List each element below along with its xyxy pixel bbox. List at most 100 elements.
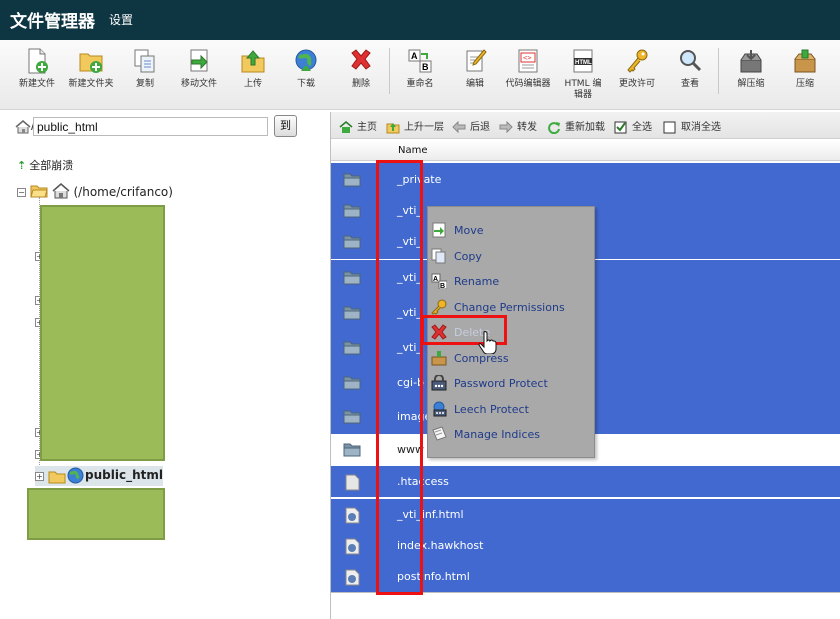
settings-link[interactable]: 设置 [109, 11, 133, 28]
rename-button[interactable]: AB 重命名 [402, 48, 438, 90]
folder-icon [48, 469, 66, 488]
code-editor-button[interactable]: <> 代码编辑器 [502, 48, 554, 90]
move-icon [431, 222, 447, 238]
html-editor-button[interactable]: HTML HTML 编 辑器 [560, 48, 606, 101]
edit-button[interactable]: 编辑 [457, 48, 493, 90]
svg-text:<>: <> [523, 54, 531, 62]
folder-icon [343, 409, 361, 424]
folder-up-icon [386, 121, 400, 134]
expand-toggle-icon[interactable]: + [35, 472, 44, 481]
deselect-all-button[interactable]: 取消全选 [663, 118, 721, 134]
context-menu-label: Copy [454, 250, 482, 263]
context-menu-item-copy[interactable]: Copy [428, 246, 594, 268]
html-editor-icon: HTML [571, 48, 595, 74]
file-icon [343, 569, 361, 586]
back-button[interactable]: 后退 [452, 118, 490, 134]
context-menu-item-compress[interactable]: Compress [428, 348, 594, 370]
toolbar-separator [718, 48, 719, 94]
forward-button[interactable]: 转发 [499, 118, 537, 134]
hand-cursor-icon [478, 330, 498, 355]
public-html-tree-label: public_html [85, 468, 163, 482]
header-bar: 文件管理器 设置 [0, 0, 840, 40]
context-menu-item-password-protect[interactable]: Password Protect [428, 373, 594, 395]
move-icon [187, 48, 211, 74]
leech-icon [431, 401, 447, 417]
compress-label: 压缩 [795, 79, 814, 89]
new-folder-icon [79, 48, 103, 74]
view-button[interactable]: 查看 [673, 48, 707, 90]
annotation-highlight-column [376, 160, 423, 595]
key-icon [625, 48, 649, 74]
upload-icon [241, 48, 265, 74]
checkbox-empty-icon [663, 121, 677, 134]
path-input[interactable] [33, 117, 268, 136]
compress-icon [431, 350, 447, 366]
folder-icon [343, 305, 361, 320]
extract-button[interactable]: 解压缩 [731, 48, 771, 90]
rename-label: 重命名 [406, 79, 434, 89]
copy-icon [133, 48, 157, 74]
edit-label: 编辑 [465, 79, 484, 89]
delete-icon [349, 48, 373, 74]
context-menu-item-manage-indices[interactable]: Manage Indices [428, 424, 594, 446]
context-menu-item-rename[interactable]: A B Rename [428, 271, 594, 293]
change-permissions-button[interactable]: 更改许可 [614, 48, 660, 90]
context-menu-label: Rename [454, 275, 500, 288]
redacted-tree-block [40, 205, 165, 461]
move-file-label: 移动文件 [180, 79, 217, 89]
tree-root-node[interactable]: − (/home/crifanco) [17, 183, 173, 202]
file-manager-app: 文件管理器 设置 新建文件 新建文件夹 复制 移动文件 上传 下载 删除 A B… [0, 0, 840, 619]
svg-text:A: A [411, 51, 418, 61]
go-button[interactable]: 到 [274, 115, 297, 137]
rename-icon: AB [408, 48, 432, 74]
globe-icon [67, 467, 84, 488]
file-icon [343, 474, 361, 491]
copy-icon [431, 248, 447, 264]
folder-icon [343, 172, 361, 187]
collapse-all-link[interactable]: ⇡ 全部崩溃 [17, 157, 73, 173]
delete-label: 删除 [351, 79, 370, 89]
code-editor-icon: <> [516, 48, 540, 74]
reload-icon [547, 121, 561, 134]
context-menu-item-leech-protect[interactable]: Leech Protect [428, 399, 594, 421]
file-icon [343, 507, 361, 524]
edit-icon [463, 48, 487, 74]
delete-button[interactable]: 删除 [344, 48, 378, 90]
download-button[interactable]: 下载 [289, 48, 323, 90]
copy-button[interactable]: 复制 [127, 48, 163, 90]
collapse-toggle-icon[interactable]: − [17, 188, 26, 197]
extract-icon [739, 48, 763, 74]
reload-button[interactable]: 重新加载 [547, 118, 605, 134]
file-icon [343, 538, 361, 555]
copy-label: 复制 [135, 79, 154, 89]
move-file-button[interactable]: 移动文件 [176, 48, 222, 90]
up-one-level-button[interactable]: 上升一层 [386, 118, 444, 134]
context-menu-label: Leech Protect [454, 403, 529, 416]
deselect-all-label: 取消全选 [681, 122, 721, 133]
app-title: 文件管理器 [10, 12, 95, 32]
password-icon [431, 374, 447, 391]
globe-download-icon [294, 48, 318, 74]
redacted-tree-block [27, 488, 165, 540]
context-menu-item-move[interactable]: Move [428, 220, 594, 242]
magnifier-icon [678, 48, 702, 74]
home-nav-button[interactable]: 主页 [339, 118, 377, 134]
nav-bar: 主页 上升一层 后退 转发 重新加载 全选 取消全选 [331, 112, 840, 139]
reload-label: 重新加载 [565, 122, 605, 133]
compress-icon [793, 48, 817, 74]
forward-label: 转发 [517, 122, 537, 133]
name-column-header[interactable]: Name [398, 145, 428, 156]
context-menu-label: Move [454, 224, 484, 237]
select-all-button[interactable]: 全选 [614, 118, 652, 134]
upload-label: 上传 [243, 79, 262, 89]
new-folder-button[interactable]: 新建文件夹 [64, 48, 118, 90]
new-file-button[interactable]: 新建文件 [12, 48, 62, 90]
context-menu-label: Password Protect [454, 377, 548, 390]
new-file-label: 新建文件 [18, 79, 55, 89]
compress-button[interactable]: 压缩 [789, 48, 821, 90]
toolbar-separator [389, 48, 390, 94]
folder-icon [343, 340, 361, 355]
change-permissions-label: 更改许可 [618, 79, 655, 89]
upload-button[interactable]: 上传 [236, 48, 270, 90]
svg-text:HTML: HTML [575, 60, 592, 66]
